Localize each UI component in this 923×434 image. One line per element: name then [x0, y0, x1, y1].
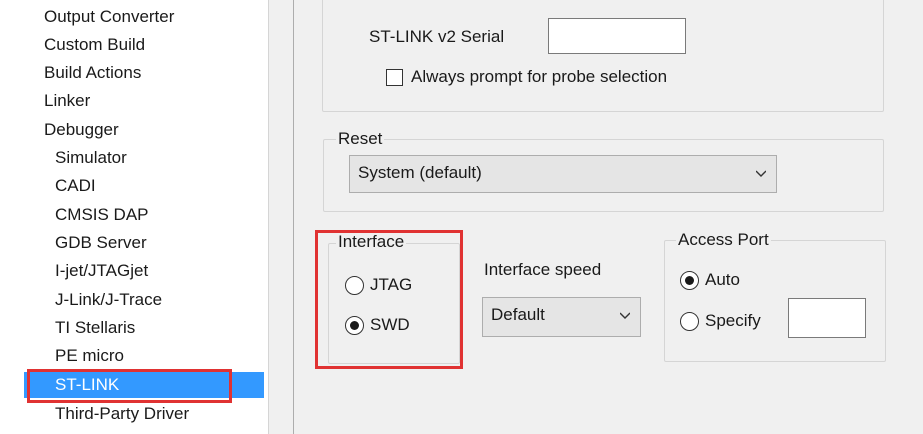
reset-group-label: Reset [336, 129, 385, 149]
tree-item-custom-build[interactable]: Custom Build [24, 32, 264, 58]
swd-label: SWD [370, 315, 410, 334]
chevron-down-icon [620, 312, 630, 319]
tree-item-cadi[interactable]: CADI [24, 173, 264, 199]
tree-item-third-party-driver[interactable]: Third-Party Driver [24, 401, 264, 427]
tree-item-pe-micro[interactable]: PE micro [24, 343, 264, 369]
serial-label: ST-LINK v2 Serial [369, 27, 505, 46]
tree-item-cmsis-dap[interactable]: CMSIS DAP [24, 202, 264, 228]
tree-item-label: Build Actions [44, 63, 142, 82]
tree-item-build-actions[interactable]: Build Actions [24, 60, 264, 86]
access-port-group-label: Access Port [676, 230, 771, 250]
tree-item-ti-stellaris[interactable]: TI Stellaris [24, 315, 264, 341]
tree-item-label: Output Converter [44, 7, 175, 26]
specify-input[interactable] [788, 298, 866, 338]
interface-speed-dropdown[interactable]: Default [482, 297, 641, 337]
jtag-label: JTAG [370, 275, 413, 294]
always-prompt-checkbox[interactable] [386, 69, 403, 86]
tree-item-label: J-Link/J-Trace [55, 290, 163, 309]
tree-item-label: I-jet/JTAGjet [55, 261, 149, 280]
tree-item-gdb-server[interactable]: GDB Server [24, 230, 264, 256]
tree-item-label: Debugger [44, 120, 119, 139]
reset-dropdown-value: System (default) [358, 163, 482, 182]
specify-radio[interactable] [680, 312, 699, 331]
tree-item-debugger[interactable]: Debugger [24, 117, 264, 143]
tree-scrollbar[interactable] [268, 0, 286, 434]
tree-item-label: GDB Server [55, 233, 147, 252]
category-tree: Output Converter Custom Build Build Acti… [24, 0, 269, 434]
serial-input[interactable] [548, 18, 686, 54]
interface-group [328, 243, 460, 364]
tree-item-label: Simulator [55, 148, 127, 167]
tree-item-label: PE micro [55, 346, 124, 365]
tree-item-label: Custom Build [44, 35, 146, 54]
swd-radio[interactable] [345, 316, 364, 335]
tree-item-simulator[interactable]: Simulator [24, 145, 264, 171]
interface-speed-value: Default [491, 305, 545, 324]
tree-item-label: Third-Party Driver [55, 404, 190, 423]
reset-dropdown[interactable]: System (default) [349, 155, 777, 193]
interface-speed-label: Interface speed [484, 260, 602, 279]
auto-radio[interactable] [680, 271, 699, 290]
tree-item-linker[interactable]: Linker [24, 88, 264, 114]
tree-item-label: ST-LINK [55, 375, 120, 394]
specify-label: Specify [705, 311, 761, 330]
tree-item-label: TI Stellaris [55, 318, 136, 337]
tree-item-st-link[interactable]: ST-LINK [24, 372, 264, 398]
jtag-radio[interactable] [345, 276, 364, 295]
auto-label: Auto [705, 270, 740, 289]
panel-splitter[interactable] [285, 0, 294, 434]
chevron-down-icon [756, 170, 766, 177]
interface-group-label: Interface [336, 232, 407, 252]
settings-pane: ST-LINK v2 Serial Always prompt for prob… [294, 0, 923, 434]
probe-group [322, 0, 884, 112]
tree-item-label: CMSIS DAP [55, 205, 149, 224]
tree-item-output-converter[interactable]: Output Converter [24, 4, 264, 30]
always-prompt-label: Always prompt for probe selection [411, 67, 668, 86]
tree-item-j-link[interactable]: J-Link/J-Trace [24, 287, 264, 313]
tree-item-i-jet[interactable]: I-jet/JTAGjet [24, 258, 264, 284]
tree-item-label: Linker [44, 91, 91, 110]
tree-item-label: CADI [55, 176, 96, 195]
